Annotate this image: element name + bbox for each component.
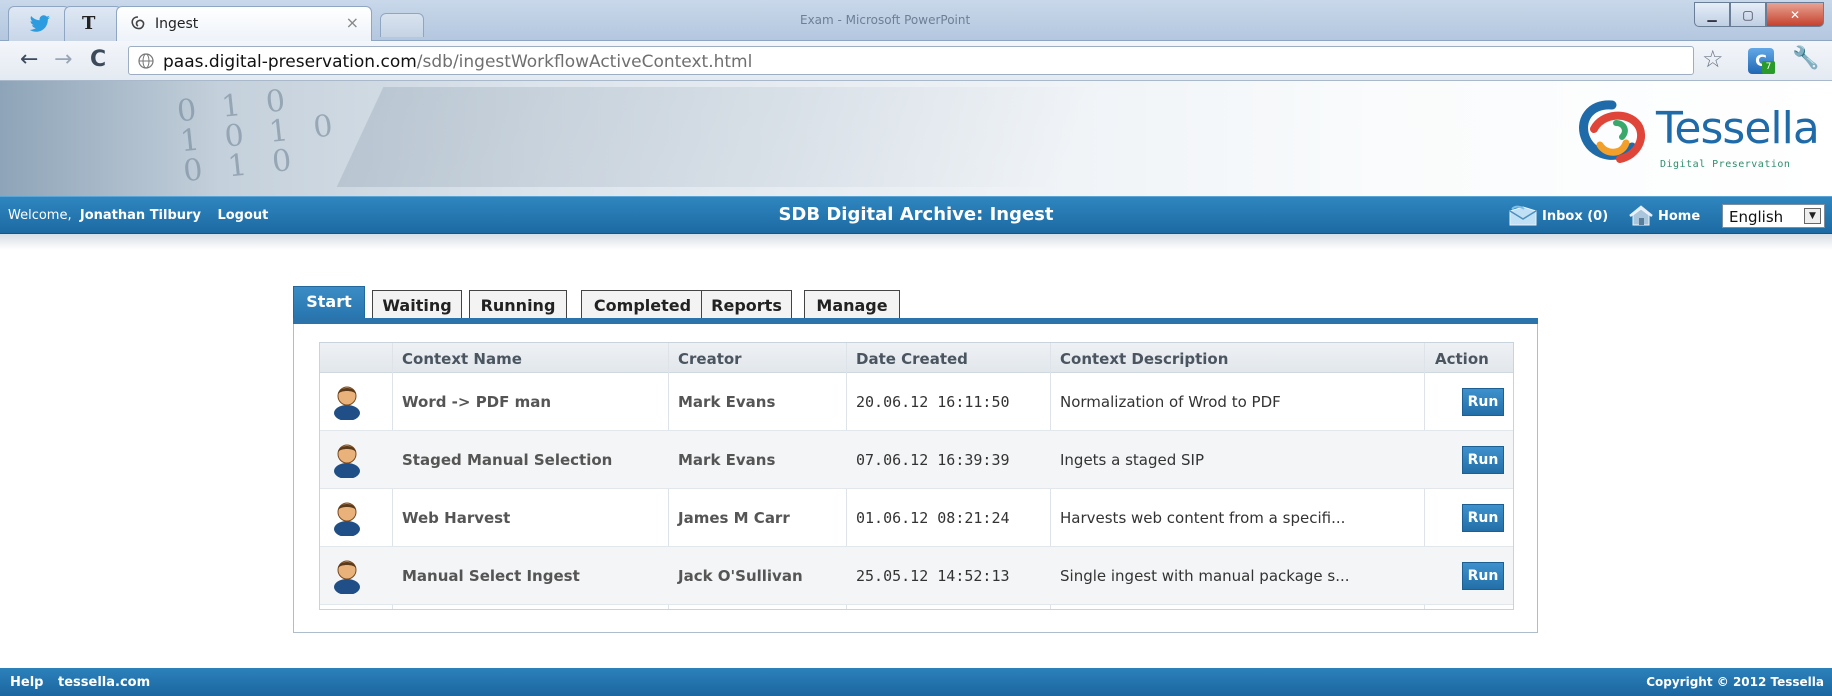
user-icon — [334, 560, 360, 594]
twitter-icon — [29, 15, 50, 32]
table-row[interactable]: Staged Manual Selection Mark Evans 07.06… — [320, 431, 1513, 489]
home-icon — [1629, 205, 1653, 226]
context-description: Normalization of Wrod to PDF — [1060, 393, 1281, 411]
date-created: 01.06.12 08:21:24 — [856, 509, 1010, 527]
url-host: paas.digital-preservation.com — [163, 52, 417, 72]
inbox-label: Inbox (0) — [1542, 208, 1609, 224]
creator: James M Carr — [678, 509, 790, 527]
header-date-created[interactable]: Date Created — [856, 350, 968, 368]
tessella-logo[interactable]: Tessella Digital Preservation — [1572, 99, 1820, 171]
context-table: Context Name Creator Date Created Contex… — [319, 342, 1514, 610]
minimize-icon[interactable]: ▁ — [1694, 2, 1730, 27]
url-text: paas.digital-preservation.com/sdb/ingest… — [163, 52, 752, 72]
creator: Jack O'Sullivan — [678, 567, 803, 585]
tab-close-icon[interactable]: × — [346, 13, 359, 32]
browser-tab-ingest[interactable]: Ingest × — [116, 6, 372, 41]
topbar-shadow — [0, 234, 1832, 250]
run-button[interactable]: Run — [1462, 446, 1504, 474]
run-button[interactable]: Run — [1462, 504, 1504, 532]
back-icon[interactable]: ← — [20, 49, 38, 71]
language-value: English — [1729, 208, 1784, 226]
context-name[interactable]: Staged Manual Selection — [402, 451, 612, 469]
creator: Mark Evans — [678, 393, 776, 411]
user-icon — [334, 502, 360, 536]
context-name[interactable]: Word -> PDF man — [402, 393, 551, 411]
content-panel: Context Name Creator Date Created Contex… — [293, 324, 1538, 633]
date-created: 25.05.12 14:52:13 — [856, 567, 1010, 585]
context-description: Ingets a staged SIP — [1060, 451, 1205, 469]
home-link[interactable]: Home — [1628, 204, 1700, 228]
tessella-site-link[interactable]: tessella.com — [58, 675, 150, 690]
star-icon[interactable]: ☆ — [1702, 47, 1724, 71]
context-name[interactable]: Manual Select Ingest — [402, 567, 580, 585]
new-tab-button[interactable] — [380, 13, 424, 37]
date-created: 20.06.12 16:11:50 — [856, 393, 1010, 411]
help-link[interactable]: Help — [10, 675, 43, 690]
tab-start[interactable]: Start — [293, 286, 365, 320]
user-icon — [334, 386, 360, 420]
language-select[interactable]: English ▼ — [1722, 204, 1825, 228]
context-name[interactable]: Web Harvest — [402, 509, 510, 527]
table-row[interactable]: Manual Select Ingest Jack O'Sullivan 25.… — [320, 547, 1513, 605]
run-button[interactable]: Run — [1462, 388, 1504, 416]
header-creator[interactable]: Creator — [678, 350, 742, 368]
globe-icon — [138, 53, 154, 69]
logo-tagline: Digital Preservation — [1660, 159, 1791, 170]
context-description: Harvests web content from a specifi... — [1060, 509, 1346, 527]
browser-tab-twitter[interactable] — [8, 6, 70, 41]
date-created: 07.06.12 16:39:39 — [856, 451, 1010, 469]
browser-tab-pinned[interactable]: T — [64, 6, 122, 41]
close-window-icon[interactable]: ✕ — [1766, 2, 1824, 27]
app-banner: 0 1 0 1 0 1 0 0 1 0 Tessella Digital Pre… — [0, 81, 1832, 196]
app-footer: Help tessella.com Copyright © 2012 Tesse… — [0, 668, 1832, 696]
logo-wordmark: Tessella — [1656, 103, 1820, 154]
browser-tab-title: Ingest — [155, 16, 199, 32]
banner-graphic — [336, 87, 1104, 187]
header-action: Action — [1435, 350, 1489, 368]
maximize-icon[interactable]: ▢ — [1730, 2, 1766, 27]
creator: Mark Evans — [678, 451, 776, 469]
table-row[interactable]: Word -> PDF man Mark Evans 20.06.12 16:1… — [320, 373, 1513, 431]
reload-icon[interactable]: C — [90, 49, 106, 71]
window-controls: ▁ ▢ ✕ — [1694, 2, 1824, 27]
user-icon — [334, 444, 360, 478]
browser-tabstrip: T Ingest × Exam - Microsoft PowerPoint ▁… — [0, 0, 1832, 41]
background-window-title: Exam - Microsoft PowerPoint — [800, 13, 971, 27]
header-context-description[interactable]: Context Description — [1060, 350, 1228, 368]
url-path: /sdb/ingestWorkflowActiveContext.html — [416, 52, 753, 72]
table-header: Context Name Creator Date Created Contex… — [320, 343, 1513, 373]
forward-icon[interactable]: → — [54, 49, 72, 71]
pinned-tab-letter: T — [82, 13, 96, 34]
tessella-logo-mark-icon — [1579, 100, 1646, 163]
app-topbar: Welcome, Jonathan Tilbury Logout SDB Dig… — [0, 196, 1832, 234]
envelope-icon — [1509, 205, 1537, 226]
extension-badge: 7 — [1762, 61, 1775, 74]
header-context-name[interactable]: Context Name — [402, 350, 522, 368]
context-description: Single ingest with manual package s... — [1060, 567, 1350, 585]
copyright-text: Copyright © 2012 Tessella — [1646, 675, 1824, 689]
home-label: Home — [1658, 208, 1701, 224]
wrench-icon[interactable]: 🔧 — [1792, 48, 1819, 70]
address-bar[interactable]: paas.digital-preservation.com/sdb/ingest… — [128, 46, 1694, 75]
browser-toolbar: ← → C paas.digital-preservation.com/sdb/… — [0, 41, 1832, 81]
inbox-link[interactable]: Inbox (0) — [1508, 204, 1608, 228]
table-row[interactable]: Web Harvest James M Carr 01.06.12 08:21:… — [320, 489, 1513, 547]
chevron-down-icon[interactable]: ▼ — [1804, 208, 1821, 224]
run-button[interactable]: Run — [1462, 562, 1504, 590]
banner-binary-graphic: 0 1 0 1 0 1 0 0 1 0 — [175, 82, 343, 190]
tessella-favicon-icon — [131, 16, 145, 30]
